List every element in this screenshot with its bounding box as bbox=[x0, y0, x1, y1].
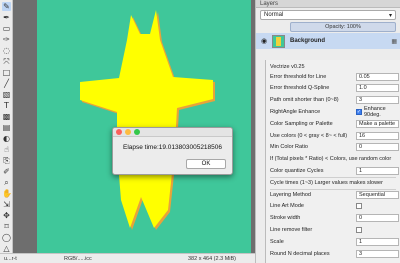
plugin-title-row: Vectrize v0.25 bbox=[270, 62, 396, 71]
plugin-field-input[interactable]: 1 bbox=[356, 166, 399, 175]
plugin-field-label: Color Sampling or Palette bbox=[270, 120, 333, 127]
blend-mode-select[interactable]: Normal ▾ bbox=[260, 10, 396, 20]
plugin-field-row: Error threshold Q-Spline 1.0 bbox=[270, 84, 399, 93]
zoom-readout: u...r-t bbox=[4, 256, 17, 262]
polyline-icon[interactable]: ╱ bbox=[2, 79, 11, 88]
chevron-down-icon: ▾ bbox=[388, 11, 392, 19]
opacity-label: Opacity: 100% bbox=[325, 24, 361, 30]
layer-thumbnail bbox=[272, 34, 285, 48]
color-profile: RGB/.....icc bbox=[64, 256, 92, 262]
plugin-field-row: Layering Method Sequential bbox=[270, 190, 399, 199]
maximize-window-button[interactable] bbox=[134, 129, 140, 135]
clone-icon[interactable]: ⎘ bbox=[2, 156, 11, 165]
plugin-field-input[interactable]: Make a palette bbox=[356, 119, 399, 128]
minimize-window-button[interactable] bbox=[125, 129, 131, 135]
plugin-field-label: Line Art Mode bbox=[270, 203, 304, 210]
alert-titlebar bbox=[113, 128, 232, 137]
image-dimensions: 382 x 464 (2.3 MiB) bbox=[188, 256, 236, 262]
plugin-field-row: Path omit shorter than (0~8) 3 bbox=[270, 96, 399, 105]
plugin-field-row: Round N decimal places 3 bbox=[270, 249, 399, 258]
plugin-field-label: Stroke width bbox=[270, 215, 301, 222]
crop-icon[interactable]: ⌑ bbox=[2, 222, 11, 231]
vectrize-dialog: Vectrize v0.25 Error threshold for Line 0… bbox=[265, 60, 400, 263]
brush-icon[interactable]: ✑ bbox=[2, 35, 11, 44]
shape-icon[interactable]: ◯ bbox=[2, 233, 11, 242]
plugin-field-label: Path omit shorter than (0~8) bbox=[270, 97, 339, 104]
move-icon[interactable]: ✥ bbox=[2, 211, 11, 220]
plugin-checkbox[interactable]: ✓ Enhance 90deg. bbox=[356, 106, 396, 118]
lasso-icon[interactable]: ◌ bbox=[2, 46, 11, 55]
plugin-field-label: Cycle times (1~3) Larger values makes sl… bbox=[270, 179, 383, 186]
layer-name: Background bbox=[290, 38, 326, 44]
rectangle-icon[interactable]: □ bbox=[2, 68, 11, 77]
checkbox-box[interactable] bbox=[356, 226, 362, 233]
ok-button[interactable]: OK bbox=[186, 159, 226, 169]
eye-icon[interactable]: ◉ bbox=[260, 37, 268, 45]
layers-panel-title: Layers bbox=[260, 0, 279, 7]
alert-message: Elapse time:19.013803005218506 bbox=[122, 144, 223, 151]
path-icon[interactable]: ⤧ bbox=[2, 57, 11, 66]
elapse-time-alert: Elapse time:19.013803005218506 OK bbox=[112, 127, 233, 175]
fill-icon[interactable]: ▩ bbox=[2, 112, 11, 121]
plugin-field-label: Use colors (0 < gray < 8~ < full) bbox=[270, 132, 348, 139]
plugin-field-input[interactable]: 0 bbox=[356, 214, 399, 223]
symmetry-icon[interactable]: △ bbox=[2, 244, 11, 253]
eyedropper-icon[interactable]: ✐ bbox=[2, 167, 11, 176]
plugin-checkbox[interactable] bbox=[356, 203, 364, 210]
plugin-field-label: Min Color Ratio bbox=[270, 144, 308, 151]
plugin-field-input[interactable]: 3 bbox=[356, 249, 399, 258]
plugin-field-row: If (Total pixels * Ratio) < Colors, use … bbox=[270, 155, 396, 164]
zoom-icon[interactable]: ⌕ bbox=[2, 178, 11, 187]
plugin-field-row: RightAngle Enhance ✓ Enhance 90deg. bbox=[270, 106, 396, 118]
plugin-field-row: Error threshold for Line 0.05 bbox=[270, 72, 399, 81]
plugin-checkbox-label: Enhance 90deg. bbox=[364, 105, 386, 118]
plugin-field-input[interactable]: 16 bbox=[356, 131, 399, 140]
plugin-field-label: Color quantize Cycles bbox=[270, 167, 324, 174]
plugin-field-row: Line remove filter bbox=[270, 225, 396, 234]
plugin-field-row: Color quantize Cycles 1 bbox=[270, 166, 399, 175]
plugin-field-row: Min Color Ratio 0 bbox=[270, 143, 399, 152]
transform-icon[interactable]: ⇲ bbox=[2, 200, 11, 209]
plugin-field-row: Color Sampling or Palette Make a palette bbox=[270, 119, 399, 128]
plugin-field-row: Stroke width 0 bbox=[270, 214, 399, 223]
plugin-field-input[interactable]: 0 bbox=[356, 143, 399, 152]
checkmark-icon[interactable]: ✓ bbox=[356, 108, 362, 115]
plugin-field-label: Scale bbox=[270, 238, 284, 245]
plugin-title: Vectrize v0.25 bbox=[270, 63, 305, 70]
plugin-field-row: Cycle times (1~3) Larger values makes sl… bbox=[270, 178, 396, 187]
plugin-field-label: Round N decimal places bbox=[270, 250, 330, 257]
plugin-field-label: Error threshold Q-Spline bbox=[270, 85, 330, 92]
plugin-field-input[interactable]: 1 bbox=[356, 237, 399, 246]
lock-icon[interactable]: ▦ bbox=[391, 38, 397, 45]
eraser-icon[interactable]: ▧ bbox=[2, 90, 11, 99]
dodge-icon[interactable]: ◐ bbox=[2, 134, 11, 143]
plugin-field-input[interactable]: Sequential bbox=[356, 190, 399, 199]
plugin-field-label: Error threshold for Line bbox=[270, 73, 327, 80]
plugin-field-input[interactable]: 1.0 bbox=[356, 84, 399, 93]
gradient-icon[interactable]: ▤ bbox=[2, 123, 11, 132]
layers-panel-header: Layers bbox=[256, 0, 400, 8]
tools-toolbar: ✎✒▭✑◌⤧□╱▧T▩▤◐☝⎘✐⌕✋⇲✥⌑◯△▣☰ bbox=[0, 0, 13, 263]
plugin-field-label: Layering Method bbox=[270, 191, 311, 198]
text-icon[interactable]: T bbox=[2, 101, 11, 110]
blend-mode-value: Normal bbox=[264, 12, 284, 18]
plugin-field-row: Scale 1 bbox=[270, 237, 399, 246]
opacity-slider[interactable]: Opacity: 100% bbox=[290, 22, 396, 32]
rect-select-icon[interactable]: ▭ bbox=[2, 24, 11, 33]
layer-row-background[interactable]: ◉ Background ▦ bbox=[256, 33, 400, 49]
close-window-button[interactable] bbox=[116, 129, 122, 135]
plugin-field-label: Line remove filter bbox=[270, 226, 313, 233]
checkbox-box[interactable] bbox=[356, 203, 362, 210]
plugin-field-row: Use colors (0 < gray < 8~ < full) 16 bbox=[270, 131, 399, 140]
pencil-icon[interactable]: ✎ bbox=[2, 2, 11, 11]
plugin-field-row: Line Art Mode bbox=[270, 202, 396, 211]
hand-icon[interactable]: ✋ bbox=[2, 189, 12, 198]
plugin-field-input[interactable]: 0.05 bbox=[356, 72, 399, 81]
plugin-field-label: If (Total pixels * Ratio) < Colors, use … bbox=[270, 156, 392, 163]
plugin-field-input[interactable]: 3 bbox=[356, 96, 399, 105]
status-bar: u...r-t RGB/.....icc 382 x 464 (2.3 MiB) bbox=[0, 253, 255, 263]
plugin-checkbox[interactable] bbox=[356, 226, 364, 233]
pen-icon[interactable]: ✒ bbox=[2, 13, 11, 22]
smudge-icon[interactable]: ☝ bbox=[2, 145, 11, 154]
